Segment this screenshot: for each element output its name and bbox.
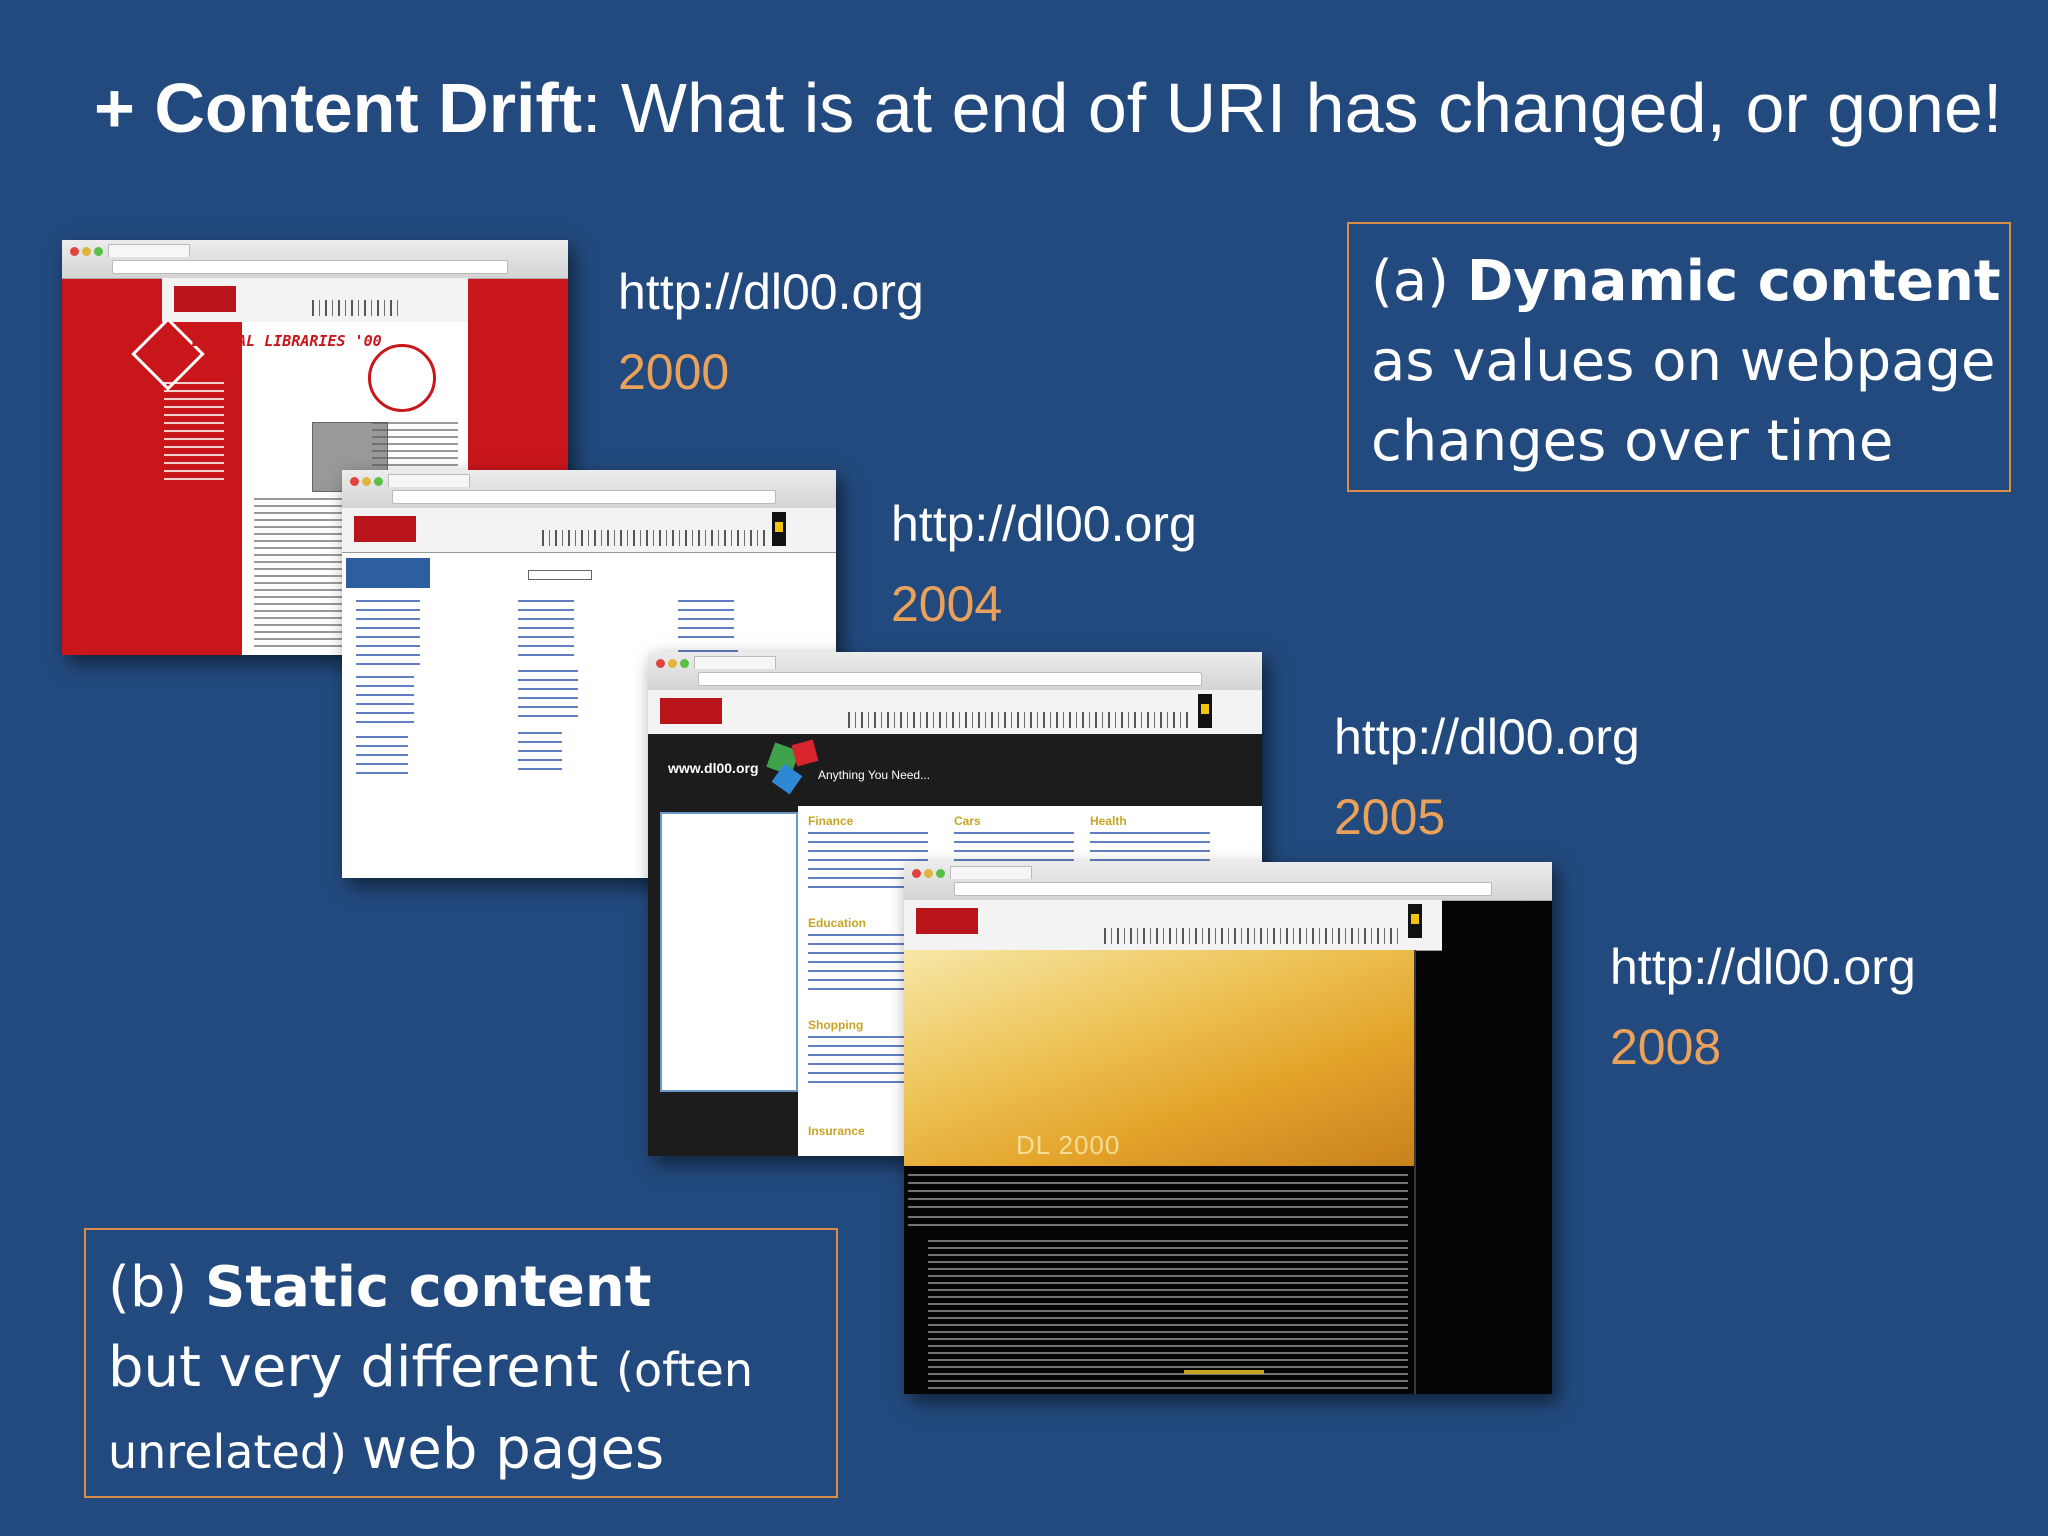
section-cars: Cars xyxy=(954,814,981,828)
title-rest: : What is at end of URI has changed, or … xyxy=(582,69,2003,147)
browser-chrome xyxy=(62,240,568,279)
site-logo xyxy=(346,558,430,588)
year-2008: 2008 xyxy=(1610,1019,1722,1075)
year-2005: 2005 xyxy=(1334,789,1446,845)
search-box xyxy=(528,570,592,580)
section-education: Education xyxy=(808,916,867,930)
hero-text: DL 2000 xyxy=(1016,1130,1121,1160)
section-insurance: Insurance xyxy=(808,1124,865,1138)
site-tagline: Anything You Need... xyxy=(818,768,931,782)
note-b-line3a: unrelated) xyxy=(108,1425,362,1479)
note-b-line2a: but very different xyxy=(108,1335,616,1400)
note-b-prefix: (b) xyxy=(108,1255,206,1320)
note-a-prefix: (a) xyxy=(1371,249,1467,314)
hero-banner: DL 2000 xyxy=(904,950,1416,1166)
note-a-line2: as values on webpage xyxy=(1371,329,1996,394)
url-2004: http://dl00.org xyxy=(891,496,1197,552)
browser-chrome xyxy=(648,652,1262,691)
url-2005: http://dl00.org xyxy=(1334,709,1640,765)
browser-chrome xyxy=(904,862,1552,901)
slide-title: + Content Drift: What is at end of URI h… xyxy=(94,66,2014,150)
section-shopping: Shopping xyxy=(808,1018,864,1032)
site-header: www.dl00.org Anything You Need... xyxy=(648,734,1262,806)
url-2008: http://dl00.org xyxy=(1610,939,1916,995)
wayback-toolbar xyxy=(904,900,1442,951)
wayback-toolbar xyxy=(342,508,836,553)
note-a-line3: changes over time xyxy=(1371,409,1894,474)
screenshot-2008: DL 2000 xyxy=(904,862,1552,1394)
banner-text: DIGITAL LIBRARIES '00 xyxy=(192,332,382,350)
wayback-toolbar xyxy=(648,690,1262,735)
section-finance: Finance xyxy=(808,814,854,828)
static-content-note: (b) Static content but very different (o… xyxy=(84,1228,838,1498)
sidebar-frame xyxy=(660,812,798,1092)
url-2000: http://dl00.org xyxy=(618,264,924,320)
title-prefix: + Content Drift xyxy=(94,69,583,147)
browser-chrome xyxy=(342,470,836,509)
dynamic-content-note: (a) Dynamic content as values on webpage… xyxy=(1347,222,2011,492)
year-2004: 2004 xyxy=(891,576,1003,632)
note-b-line2b: (often xyxy=(616,1343,753,1397)
note-b-line3b: web pages xyxy=(361,1417,665,1482)
section-health: Health xyxy=(1090,814,1127,828)
wayback-toolbar xyxy=(162,278,468,323)
note-b-heading: Static content xyxy=(205,1255,652,1320)
site-name: www.dl00.org xyxy=(668,760,759,776)
year-2000: 2000 xyxy=(618,344,730,400)
note-a-heading: Dynamic content xyxy=(1466,249,2001,314)
